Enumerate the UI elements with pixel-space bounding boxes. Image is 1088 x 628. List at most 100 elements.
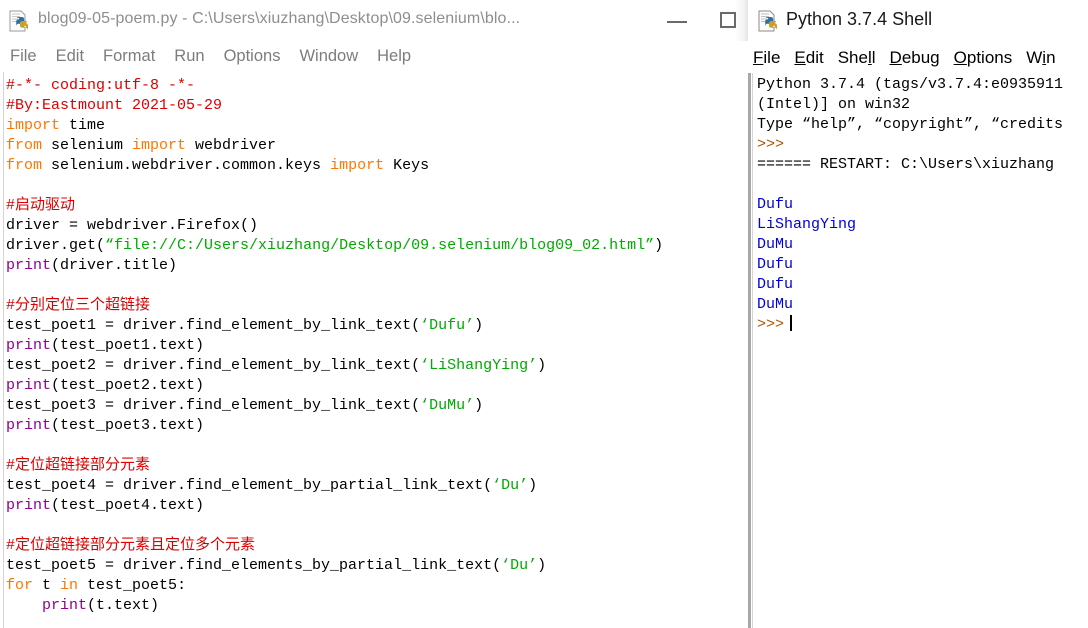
editor-menu-window[interactable]: Window xyxy=(299,48,358,65)
idle-dual-window-screen: blog09-05-poem.py - C:\Users\xiuzhang\De… xyxy=(0,0,1088,628)
shell-menu-edit[interactable]: Edit xyxy=(794,49,823,66)
editor-text-area[interactable]: #-*- coding:utf-8 -*- #By:Eastmount 2021-… xyxy=(0,72,748,628)
code-token-keyword: import xyxy=(132,137,187,154)
code-token-string: ‘Du’ xyxy=(501,557,538,574)
shell-menu-shell[interactable]: Shell xyxy=(838,49,876,66)
code-token-plain: (driver.title) xyxy=(51,257,178,274)
editor-menu-bar: File Edit Format Run Options Window Help xyxy=(0,41,748,72)
code-token-string: ‘LiShangYing’ xyxy=(420,357,538,374)
shell-menu-file[interactable]: File xyxy=(753,49,780,66)
shell-content[interactable]: Python 3.7.4 (tags/v3.7.4:e0935911 (Intel… xyxy=(757,75,1088,335)
code-line: test_poet4 = driver.find_element_by_part… xyxy=(6,476,748,496)
maximize-button[interactable] xyxy=(708,0,748,41)
shell-token-prompt: >>> xyxy=(757,136,785,153)
python-file-icon xyxy=(8,10,30,32)
code-token-keyword: import xyxy=(330,157,385,174)
maximize-icon xyxy=(720,12,736,28)
shell-line: >>> xyxy=(757,135,1088,155)
shell-token-plain: Type “help”, “copyright”, “credits xyxy=(757,116,1064,133)
editor-menu-help[interactable]: Help xyxy=(377,48,411,65)
code-line: print(driver.title) xyxy=(6,256,748,276)
shell-line: DuMu xyxy=(757,235,1088,255)
code-token-plain: selenium xyxy=(42,137,133,154)
code-content[interactable]: #-*- coding:utf-8 -*- #By:Eastmount 2021-… xyxy=(6,76,748,616)
code-line: #启动驱动 xyxy=(6,196,748,216)
code-line: print(test_poet4.text) xyxy=(6,496,748,516)
code-token-keyword: for xyxy=(6,577,34,594)
shell-line: >>> xyxy=(757,315,1088,335)
code-token-builtin: print xyxy=(42,597,88,614)
shell-line: Dufu xyxy=(757,275,1088,295)
idle-editor-window: blog09-05-poem.py - C:\Users\xiuzhang\De… xyxy=(0,0,748,628)
shell-line: Python 3.7.4 (tags/v3.7.4:e0935911 xyxy=(757,75,1088,95)
code-token-string: “file://C:/Users/xiuzhang/Desktop/09.sel… xyxy=(105,237,655,254)
shell-token-restart: ====== RESTART: C:\Users\xiuzhang xyxy=(757,156,1055,173)
shell-line: (Intel)] on win32 xyxy=(757,95,1088,115)
shell-menu-debug[interactable]: Debug xyxy=(890,49,940,66)
code-token-plain: test_poet2 = driver.find_element_by_link… xyxy=(6,357,421,374)
code-line: #-*- coding:utf-8 -*- xyxy=(6,76,748,96)
shell-token-plain: Python 3.7.4 (tags/v3.7.4:e0935911 xyxy=(757,76,1064,93)
code-token-plain: ) xyxy=(537,357,547,374)
shell-output-area[interactable]: Python 3.7.4 (tags/v3.7.4:e0935911 (Intel… xyxy=(751,73,1088,628)
code-token-plain: driver = webdriver.Firefox() xyxy=(6,217,259,234)
code-token-plain: test_poet5: xyxy=(78,577,187,594)
code-token-plain: driver.get( xyxy=(6,237,106,254)
code-line: #分别定位三个超链接 xyxy=(6,296,748,316)
code-token-keyword: in xyxy=(60,577,79,594)
editor-menu-format[interactable]: Format xyxy=(103,48,155,65)
shell-token-plain: (Intel)] on win32 xyxy=(757,96,911,113)
code-token-string: ‘DuMu’ xyxy=(420,397,475,414)
code-token-plain: (test_poet3.text) xyxy=(51,417,205,434)
code-token-plain: test_poet1 = driver.find_element_by_link… xyxy=(6,317,421,334)
shell-token-stdout: DuMu xyxy=(757,296,794,313)
code-line: test_poet1 = driver.find_element_by_link… xyxy=(6,316,748,336)
code-token-comment: #定位超链接部分元素 xyxy=(6,457,151,474)
shell-menu-options[interactable]: Options xyxy=(954,49,1013,66)
code-token-plain: (t.text) xyxy=(87,597,160,614)
shell-line: Type “help”, “copyright”, “credits xyxy=(757,115,1088,135)
code-line: print(test_poet3.text) xyxy=(6,416,748,436)
shell-token-prompt: >>> xyxy=(757,316,785,333)
shell-line: LiShangYing xyxy=(757,215,1088,235)
editor-menu-edit[interactable]: Edit xyxy=(56,48,84,65)
editor-menu-run[interactable]: Run xyxy=(174,48,204,65)
code-line: #By:Eastmount 2021-05-29 xyxy=(6,96,748,116)
editor-left-margin-rule xyxy=(3,72,4,628)
code-line: driver = webdriver.Firefox() xyxy=(6,216,748,236)
code-token-plain: webdriver xyxy=(186,137,277,154)
code-token-plain: (test_poet4.text) xyxy=(51,497,205,514)
editor-menu-options[interactable]: Options xyxy=(224,48,281,65)
code-token-plain: t xyxy=(33,577,61,594)
code-token-keyword: from xyxy=(6,137,43,154)
shell-line: DuMu xyxy=(757,295,1088,315)
editor-menu-file[interactable]: File xyxy=(10,48,37,65)
python-shell-icon xyxy=(757,10,779,32)
code-line: print(test_poet1.text) xyxy=(6,336,748,356)
code-token-builtin: print xyxy=(6,337,52,354)
shell-token-stdout: Dufu xyxy=(757,256,794,273)
code-token-builtin: print xyxy=(6,417,52,434)
code-line: from selenium.webdriver.common.keys impo… xyxy=(6,156,748,176)
shell-line: ====== RESTART: C:\Users\xiuzhang xyxy=(757,155,1088,175)
code-token-plain: ) xyxy=(528,477,538,494)
code-token-plain: Keys xyxy=(384,157,430,174)
editor-title-bar: blog09-05-poem.py - C:\Users\xiuzhang\De… xyxy=(0,0,748,41)
shell-token-stdout: Dufu xyxy=(757,276,794,293)
code-token-plain: test_poet5 = driver.find_elements_by_par… xyxy=(6,557,502,574)
shell-menu-win[interactable]: Win xyxy=(1026,49,1055,66)
code-line: driver.get(“file://C:/Users/xiuzhang/Des… xyxy=(6,236,748,256)
code-token-comment: #By:Eastmount 2021-05-29 xyxy=(6,97,223,114)
shell-left-margin-rule xyxy=(752,73,753,628)
minimize-button[interactable] xyxy=(655,0,703,41)
code-token-keyword: from xyxy=(6,157,43,174)
code-token-plain: selenium.webdriver.common.keys xyxy=(42,157,331,174)
code-token-plain: time xyxy=(60,117,106,134)
minimize-icon xyxy=(667,21,687,23)
code-token-string: ‘Du’ xyxy=(492,477,529,494)
